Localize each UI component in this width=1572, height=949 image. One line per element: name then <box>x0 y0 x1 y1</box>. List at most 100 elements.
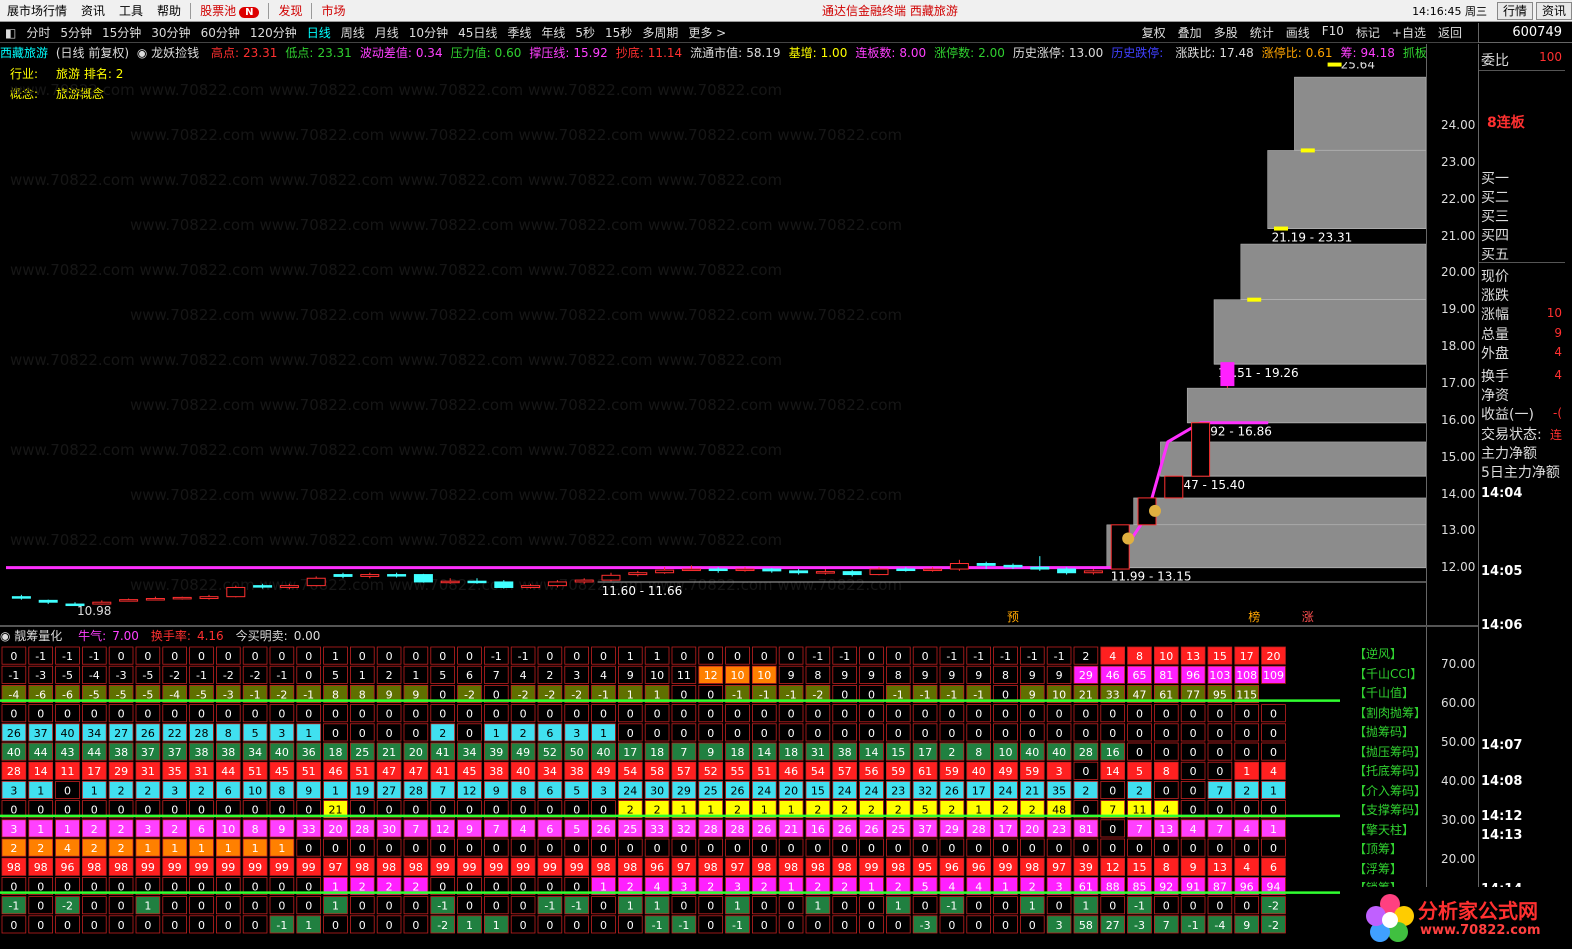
candle[interactable] <box>145 596 165 601</box>
period-tab[interactable]: 5秒 <box>570 24 600 41</box>
menu-news[interactable]: 资讯 <box>74 2 112 19</box>
chip-cell-value: 0 <box>198 900 205 913</box>
chip-cell: 49 <box>510 742 536 761</box>
toolbar-action[interactable]: 返回 <box>1432 24 1468 41</box>
chip-cell: 0 <box>296 646 321 665</box>
candle[interactable] <box>815 569 835 575</box>
period-tab[interactable]: 45日线 <box>453 24 502 41</box>
period-tab[interactable]: 60分钟 <box>196 24 245 41</box>
candle[interactable] <box>199 594 219 600</box>
toolbar-action[interactable]: 多股 <box>1208 24 1244 41</box>
toolbar-action[interactable]: 统计 <box>1244 24 1280 41</box>
candle[interactable] <box>1274 226 1288 231</box>
chip-cell: 61 <box>912 761 938 780</box>
chip-cell: 1 <box>323 780 348 799</box>
menu-discover[interactable]: 发现 <box>271 2 309 19</box>
chip-cell-value: 5 <box>573 784 580 797</box>
chip-cell-value: 0 <box>600 900 607 913</box>
kline-chart[interactable]: www.70822.com www.70822.com www.70822.co… <box>0 62 1426 625</box>
candle[interactable] <box>413 573 433 583</box>
toolbar-action[interactable]: 标记 <box>1350 24 1386 41</box>
menu-right: 14:16:45 周三 行情 资讯 <box>1405 0 1572 22</box>
period-tab[interactable]: 120分钟 <box>245 24 302 41</box>
candle[interactable] <box>1327 62 1342 67</box>
chip-cell: 18 <box>778 742 804 761</box>
news-button[interactable]: 资讯 <box>1535 1 1572 20</box>
chip-cell: 5 <box>323 665 348 684</box>
candle[interactable] <box>1247 297 1262 302</box>
chip-cell: -3 <box>28 665 53 684</box>
period-tab[interactable]: 周线 <box>336 24 370 41</box>
candle[interactable] <box>1220 362 1235 389</box>
chip-cell: 0 <box>671 723 697 742</box>
chart-mode[interactable]: (日线 前复权) <box>56 46 129 60</box>
chip-cell: 1 <box>162 838 188 857</box>
candle[interactable] <box>1030 556 1050 571</box>
candle[interactable] <box>789 569 809 575</box>
chip-cell-value: 47 <box>409 765 423 778</box>
chip-cell-value: 0 <box>814 708 821 721</box>
chip-cell-value: 0 <box>895 727 902 740</box>
candle[interactable] <box>1164 475 1184 499</box>
candle[interactable] <box>119 598 139 602</box>
chip-cell-value: 0 <box>278 650 285 663</box>
menu-tools[interactable]: 工具 <box>112 2 150 19</box>
candle[interactable] <box>1083 569 1103 575</box>
chip-cell-value: 0 <box>305 708 312 721</box>
candle[interactable] <box>1191 422 1211 477</box>
indicator-item-value: 15.92 <box>573 46 608 60</box>
candle[interactable] <box>762 567 782 573</box>
toolbar-action[interactable]: 复权 <box>1136 24 1172 41</box>
chip-cell: 9 <box>859 665 884 684</box>
sub-indicator-name[interactable]: ◉ 靓筹量化 <box>0 629 68 643</box>
candle[interactable] <box>172 596 192 600</box>
chip-cell: 0 <box>1180 838 1206 857</box>
chip-cell-value: 37 <box>168 746 182 759</box>
period-tab[interactable]: 30分钟 <box>146 24 195 41</box>
period-tab[interactable]: 季线 <box>502 24 536 41</box>
toolbar-action[interactable]: +自选 <box>1386 24 1432 41</box>
stat-value: 9 <box>1554 325 1562 340</box>
sidebar-toggle-icon[interactable]: ◧ <box>0 26 21 40</box>
chip-cell-value: 26 <box>731 784 745 797</box>
candle[interactable] <box>601 572 621 582</box>
candle[interactable] <box>1110 524 1130 570</box>
chip-cell-value: 0 <box>144 919 151 932</box>
menu-help[interactable]: 帮助 <box>150 2 188 19</box>
indicator-name[interactable]: ◉ 龙妖捡钱 <box>137 46 203 60</box>
candle-body <box>1003 564 1023 568</box>
period-tab[interactable]: 15分钟 <box>97 24 146 41</box>
quote-button[interactable]: 行情 <box>1496 1 1533 20</box>
toolbar-action[interactable]: 画线 <box>1280 24 1316 41</box>
chip-cell: 0 <box>1046 896 1072 915</box>
period-tab[interactable]: 年线 <box>536 24 570 41</box>
bid-level-5: 买五 <box>1481 247 1509 263</box>
period-tab[interactable]: 5分钟 <box>55 24 97 41</box>
period-tab[interactable]: 分时 <box>21 24 55 41</box>
toolbar-action[interactable]: F10 <box>1316 24 1350 41</box>
candle[interactable] <box>226 585 246 598</box>
chip-cell-value: 0 <box>868 727 875 740</box>
toolbar-action[interactable]: 叠加 <box>1172 24 1208 41</box>
period-tab[interactable]: 10分钟 <box>404 24 453 41</box>
chip-cell: 0 <box>537 704 563 723</box>
period-tab[interactable]: 月线 <box>370 24 404 41</box>
candle[interactable] <box>11 594 31 600</box>
period-tab[interactable]: 日线 <box>302 24 336 41</box>
chip-cell-value: 0 <box>225 919 232 932</box>
chip-cell: 1 <box>82 780 107 799</box>
period-tab[interactable]: 多周期 <box>637 24 683 41</box>
menu-stock-pool[interactable]: 股票池 N <box>193 2 266 19</box>
candle[interactable] <box>306 576 326 587</box>
chip-cell-value: 0 <box>225 900 232 913</box>
period-tab[interactable]: 15秒 <box>600 24 637 41</box>
chip-cell-value: 96 <box>945 861 959 874</box>
period-tab[interactable]: 更多 > <box>683 24 731 41</box>
menu-market[interactable]: 展市场行情 <box>0 2 74 19</box>
chip-cell-value: 9 <box>975 669 982 682</box>
candle[interactable] <box>38 599 58 605</box>
menu-market-tab[interactable]: 市场 <box>314 2 352 19</box>
chip-cell-value: 0 <box>359 708 366 721</box>
candle[interactable] <box>949 559 969 571</box>
candle[interactable] <box>1300 148 1315 153</box>
